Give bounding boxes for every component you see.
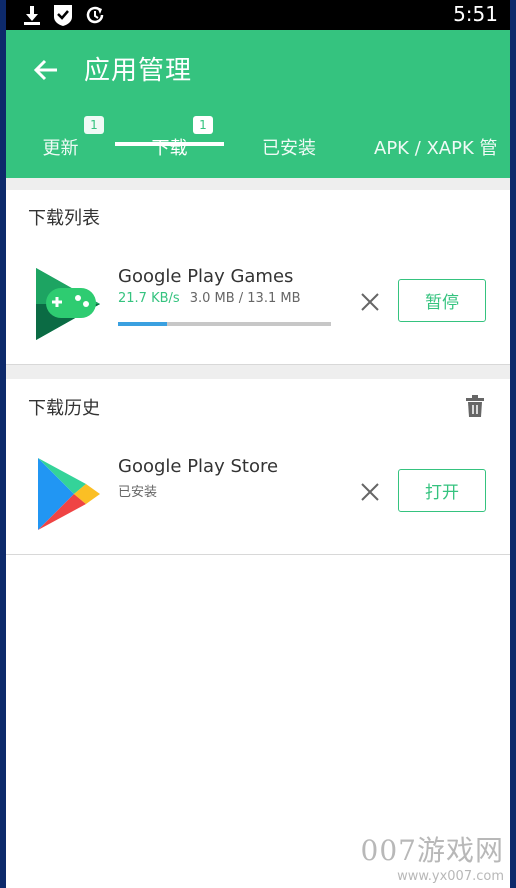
- download-info: 21.7 KB/s 3.0 MB / 13.1 MB: [118, 291, 301, 306]
- open-button[interactable]: 打开: [398, 469, 486, 512]
- watermark-brand: 007游戏网: [360, 834, 504, 867]
- shield-check-icon: [52, 3, 74, 31]
- trash-icon: [466, 395, 484, 417]
- download-progress-bar: [118, 322, 331, 326]
- watermark: 007游戏网 www.yx007.com: [361, 829, 504, 884]
- play-store-icon: [34, 454, 104, 532]
- status-time: 5:51: [453, 2, 498, 26]
- download-size: 3.0 MB / 13.1 MB: [189, 291, 301, 306]
- app-name: Google Play Games: [118, 266, 294, 287]
- play-games-icon: [34, 264, 104, 342]
- app-bar: 应用管理 更新 1 下载 1 已安装 APK / XAPK 管: [6, 30, 510, 178]
- section-gap: [6, 365, 510, 379]
- arrow-left-icon: [33, 59, 57, 81]
- remove-history-button[interactable]: [358, 480, 382, 504]
- tab-label: 已安装: [262, 138, 316, 159]
- tab-updates[interactable]: 更新 1: [6, 116, 115, 178]
- pause-button[interactable]: 暂停: [398, 279, 486, 322]
- tab-installed[interactable]: 已安装: [224, 116, 354, 178]
- list-item[interactable]: Google Play Games 21.7 KB/s 3.0 MB / 13.…: [6, 250, 510, 350]
- section-header-download-list: 下载列表: [28, 208, 100, 229]
- tab-badge: 1: [193, 116, 213, 134]
- tab-bar: 更新 1 下载 1 已安装 APK / XAPK 管: [6, 116, 510, 178]
- tab-badge: 1: [84, 116, 104, 134]
- close-icon: [361, 483, 379, 501]
- cancel-download-button[interactable]: [358, 290, 382, 314]
- close-icon: [361, 293, 379, 311]
- tab-label: 下载: [151, 138, 188, 159]
- page-title: 应用管理: [84, 56, 193, 86]
- tab-indicator: [115, 142, 224, 146]
- download-progress-fill: [118, 322, 167, 326]
- install-status: 已安装: [118, 481, 157, 500]
- tab-label: APK / XAPK 管: [374, 138, 498, 159]
- back-button[interactable]: [28, 52, 64, 88]
- tab-downloads[interactable]: 下载 1: [115, 116, 224, 178]
- download-icon: [22, 4, 42, 30]
- screen: 5:51 应用管理 更新 1 下载 1 已安装 APK / XAPK 管 下载列…: [6, 0, 510, 888]
- device-frame-right: [510, 0, 516, 888]
- app-name: Google Play Store: [118, 456, 279, 477]
- section-header-download-history: 下载历史: [28, 398, 100, 419]
- list-item[interactable]: Google Play Store 已安装 打开: [6, 440, 510, 540]
- divider: [6, 554, 510, 555]
- tab-apk-xapk[interactable]: APK / XAPK 管: [374, 116, 510, 178]
- clear-history-button[interactable]: [464, 394, 486, 418]
- download-speed: 21.7 KB/s: [118, 291, 180, 306]
- installed-label: 已安装: [118, 485, 158, 500]
- tab-label: 更新: [42, 138, 79, 159]
- section-gap: [6, 178, 510, 190]
- sync-icon: [84, 4, 106, 30]
- watermark-url: www.yx007.com: [397, 869, 504, 884]
- status-bar: 5:51: [6, 0, 510, 30]
